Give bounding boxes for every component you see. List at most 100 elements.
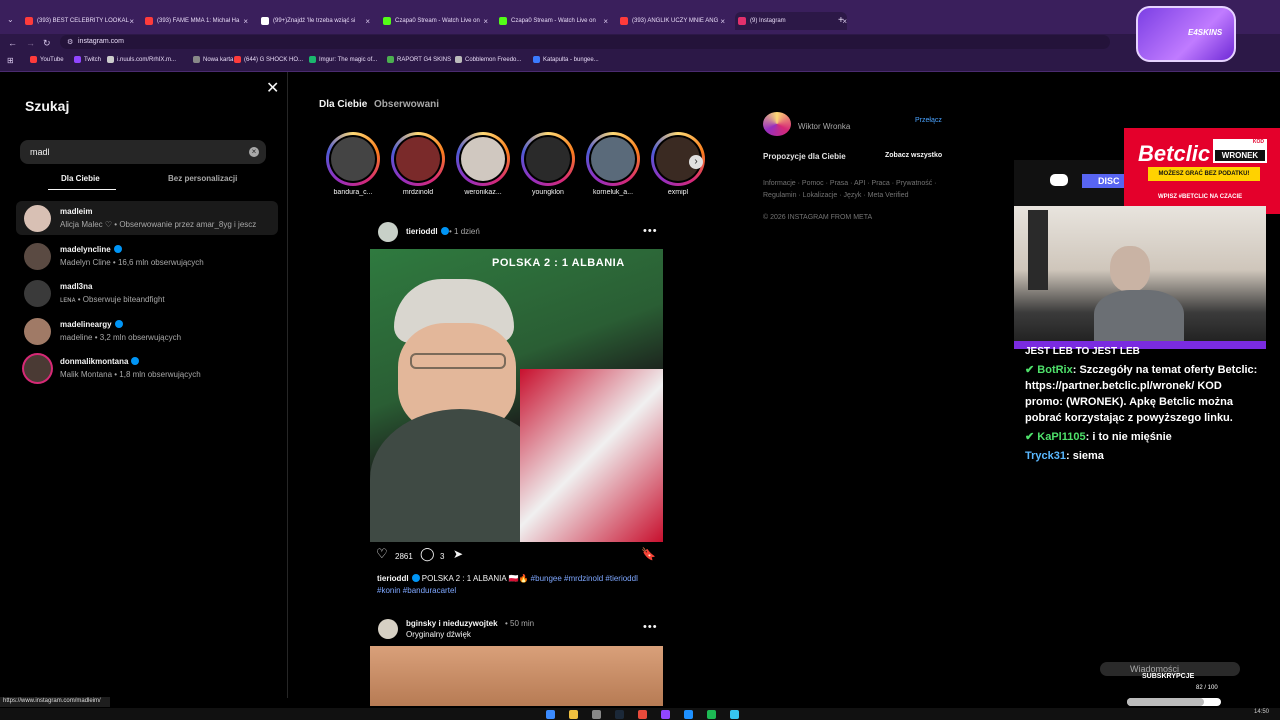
result-subtitle: madeline • 3,2 mln obserwujących: [60, 333, 182, 342]
story-username[interactable]: bandura_c...: [320, 189, 386, 196]
back-icon[interactable]: ←: [8, 38, 17, 48]
post-more-icon[interactable]: •••: [643, 225, 658, 237]
chrome-icon[interactable]: [638, 710, 647, 719]
url-input[interactable]: instagram.com: [60, 35, 1110, 49]
search-result-item[interactable]: madleim Alicja Malec ♡ • Obserwowanie prz…: [16, 201, 278, 235]
discord-icon: [1050, 174, 1068, 186]
bookmark-item[interactable]: i.nuuls.com/RrhIX.m...: [107, 56, 176, 63]
clear-search-icon[interactable]: ×: [249, 147, 259, 157]
browser-tab[interactable]: (393) FAME MMA 1: Michał Ha ×: [142, 12, 248, 30]
bookmark-favicon-icon: [309, 56, 316, 63]
result-username-text: madl3na: [60, 282, 93, 291]
search-input[interactable]: madl: [20, 140, 266, 164]
profile-avatar[interactable]: [763, 112, 791, 136]
story-ring[interactable]: [586, 132, 640, 186]
save-icon[interactable]: 🔖: [641, 547, 656, 561]
tab-dla-ciebie[interactable]: Dla Ciebie: [61, 174, 100, 183]
edge-icon[interactable]: [684, 710, 693, 719]
bookmark-item[interactable]: Twitch: [74, 56, 101, 63]
new-tab-button[interactable]: +: [838, 15, 844, 26]
story-username[interactable]: mrdzinold: [385, 189, 451, 196]
switch-account-link[interactable]: Przełącz: [915, 117, 942, 124]
tab-close-icon[interactable]: ×: [483, 17, 488, 26]
tab-close-icon[interactable]: ×: [720, 17, 725, 26]
search-result-item[interactable]: madelineargy madeline • 3,2 mln obserwują…: [16, 314, 278, 348]
browser-tab[interactable]: Czapa0 Stream - Watch Live on ×: [380, 12, 488, 30]
tab-close-icon[interactable]: ×: [243, 17, 248, 26]
search-result-item[interactable]: donmalikmontana Malik Montana • 1,8 mln o…: [16, 351, 278, 385]
bookmark-item[interactable]: Nowa karta: [193, 56, 233, 63]
chat-nick[interactable]: Tryck31: [1025, 450, 1066, 462]
story-username[interactable]: exmipl: [645, 189, 711, 196]
bookmark-item[interactable]: RAPORT G4 SKINS: [387, 56, 451, 63]
story-username[interactable]: weronikaz...: [450, 189, 516, 196]
glasses: [410, 353, 506, 369]
see-all-link[interactable]: Zobacz wszystko: [885, 152, 942, 159]
caption-hashtags-2[interactable]: #konin #banduracartel: [377, 586, 456, 595]
browser-tab[interactable]: (9) Instagram ×: [735, 12, 847, 30]
stories-next-icon[interactable]: ›: [689, 155, 703, 169]
tab-close-icon[interactable]: ×: [365, 17, 370, 26]
feed-tab-following[interactable]: Obserwowani: [374, 99, 439, 110]
post-author-avatar[interactable]: [378, 222, 398, 242]
tab-close-icon[interactable]: ×: [603, 17, 608, 26]
settings-icon[interactable]: [592, 710, 601, 719]
story-ring[interactable]: [456, 132, 510, 186]
bookmark-item[interactable]: (644) G SHOCK HO...: [234, 56, 303, 63]
post2-author-avatar[interactable]: [378, 619, 398, 639]
browser-tab[interactable]: (99+)Znajdź 'Ile trzeba wziąć si ×: [258, 12, 370, 30]
apps-icon[interactable]: ⊞: [7, 56, 14, 65]
site-info-icon[interactable]: ⚙: [67, 38, 73, 46]
app-icon-2[interactable]: [730, 710, 739, 719]
bookmark-item[interactable]: Katapulta - bungee...: [533, 56, 599, 63]
spotify-icon[interactable]: [707, 710, 716, 719]
chat-nick[interactable]: KaPl1105: [1037, 431, 1085, 443]
post2-image[interactable]: [370, 646, 663, 706]
story-username[interactable]: korneluk_a...: [580, 189, 646, 196]
forward-icon[interactable]: →: [26, 38, 35, 48]
close-icon[interactable]: ✕: [266, 78, 279, 98]
browser-tab[interactable]: Czapa0 Stream - Watch Live on ×: [496, 12, 608, 30]
tab-bez-personalizacji[interactable]: Bez personalizacji: [168, 174, 237, 183]
footer-links[interactable]: Informacje · Pomoc · Prasa · API · Praca…: [763, 178, 953, 202]
chat-nick[interactable]: BotRix: [1037, 364, 1072, 376]
bookmark-label: Cobblemon Freedo...: [465, 56, 522, 63]
story-ring[interactable]: [326, 132, 380, 186]
post-author-username[interactable]: tierioddl: [406, 227, 449, 236]
search-result-item[interactable]: madelyncline Madelyn Cline • 16,6 mln obs…: [16, 239, 278, 273]
bookmark-item[interactable]: YouTube: [30, 56, 64, 63]
search-result-item[interactable]: madl3na ʟᴇɴᴀ • Obserwuje biteandfight: [16, 276, 278, 310]
steam-icon[interactable]: [615, 710, 624, 719]
story-avatar: [526, 137, 570, 181]
windows-start-icon[interactable]: [546, 710, 555, 719]
post2-more-icon[interactable]: •••: [643, 621, 658, 633]
post2-author-username[interactable]: bginsky i nieduzywojtek: [406, 619, 498, 628]
streamer-head: [1110, 246, 1150, 292]
browser-tab[interactable]: (393) ANGLIK UCZY MNIE ANG ×: [617, 12, 725, 30]
post-image[interactable]: POLSKA 2 : 1 ALBANIA: [370, 249, 663, 542]
bookmark-item[interactable]: Cobblemon Freedo...: [455, 56, 521, 63]
story-ring[interactable]: [391, 132, 445, 186]
sub-progress-text: 82 / 100: [1196, 685, 1218, 691]
reload-icon[interactable]: ↻: [43, 38, 51, 49]
app-icon[interactable]: [661, 710, 670, 719]
result-username-text: donmalikmontana: [60, 357, 129, 366]
post2-audio[interactable]: Oryginalny dźwięk: [406, 630, 471, 639]
active-tab-indicator: [48, 189, 116, 190]
share-icon[interactable]: ➤: [453, 547, 463, 561]
result-username: madelineargy: [60, 320, 123, 329]
tab-search-icon[interactable]: ⌄: [7, 15, 14, 24]
browser-tab[interactable]: (393) BEST CELEBRITY LOOKAL ×: [22, 12, 134, 30]
comment-icon[interactable]: ◯: [420, 546, 435, 562]
scarf: [520, 369, 663, 542]
story-ring[interactable]: [521, 132, 575, 186]
bookmark-item[interactable]: Imgur: The magic of...: [309, 56, 377, 63]
feed-tab-for-you[interactable]: Dla Ciebie: [319, 99, 367, 110]
like-icon[interactable]: ♡: [376, 546, 388, 562]
file-explorer-icon[interactable]: [569, 710, 578, 719]
bookmark-label: (644) G SHOCK HO...: [244, 56, 304, 63]
tab-close-icon[interactable]: ×: [129, 17, 134, 26]
story-username[interactable]: youngklon: [515, 189, 581, 196]
tab-label: Czapa0 Stream - Watch Live on: [395, 18, 480, 24]
caption-hashtags[interactable]: #bungee #mrdzinold #tierioddl: [531, 574, 638, 583]
